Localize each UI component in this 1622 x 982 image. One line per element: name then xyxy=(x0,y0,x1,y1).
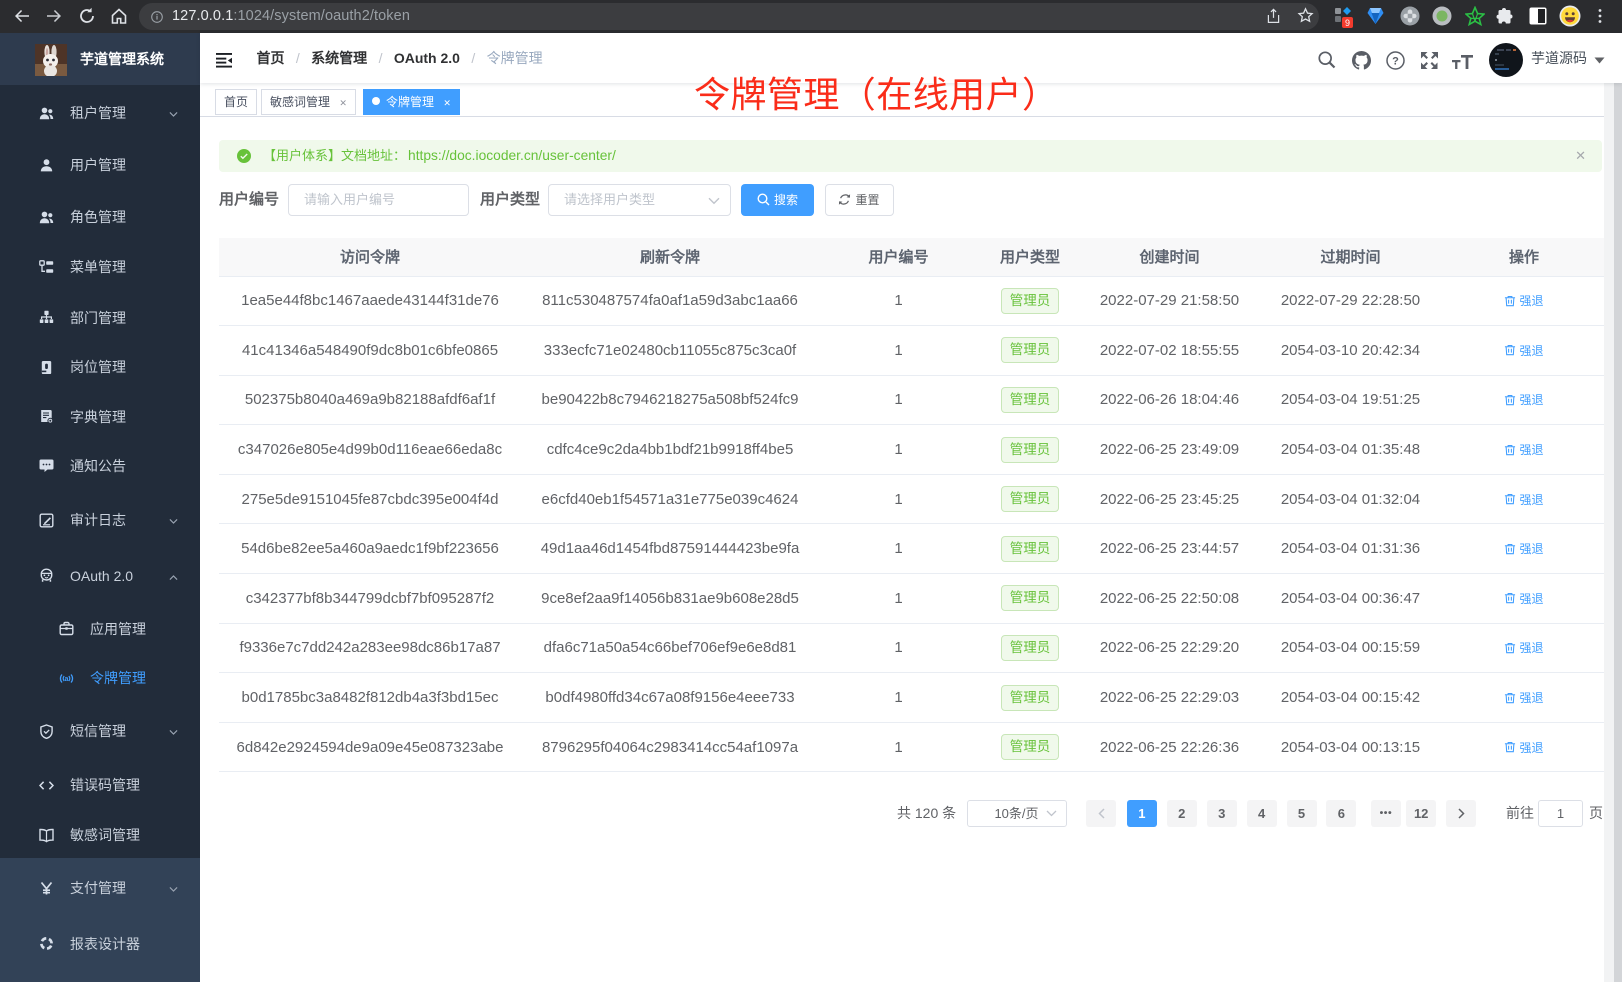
svg-text:?: ? xyxy=(1392,55,1399,67)
svg-text:a: a xyxy=(65,676,69,683)
svg-text:9: 9 xyxy=(1345,18,1350,28)
